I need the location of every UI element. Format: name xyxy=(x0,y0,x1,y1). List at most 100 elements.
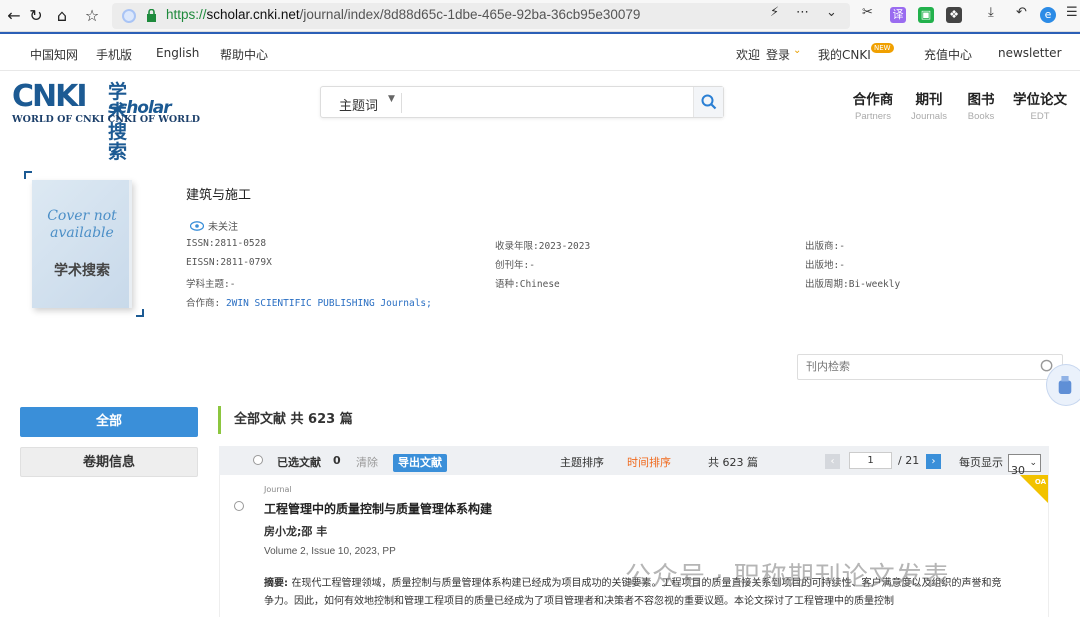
selected-label: 已选文献 xyxy=(277,456,321,469)
inner-search xyxy=(797,354,1063,380)
cover-corner xyxy=(24,171,32,179)
article-select-radio[interactable] xyxy=(234,501,244,511)
page-input[interactable]: 1 xyxy=(849,452,892,469)
journal-subject: 学科主题:- xyxy=(186,279,236,290)
logo-main: CNKI xyxy=(12,79,88,114)
caret-down-icon[interactable]: ▼ xyxy=(388,94,395,104)
download-icon[interactable]: ⤓ xyxy=(988,5,994,20)
nav-edt[interactable]: 学位论文 EDT xyxy=(1010,88,1070,122)
page-total: / 21 xyxy=(898,454,920,467)
list-item: Journal 工程管理中的质量控制与质量管理体系构建 房小龙;邵 丰 Volu… xyxy=(219,475,1049,617)
selected-count: 0 xyxy=(333,454,341,467)
sidebar-all-button[interactable]: 全部 xyxy=(20,407,198,437)
bookmark-star-icon[interactable]: ☆ xyxy=(82,6,102,26)
follow-button[interactable]: 未关注 xyxy=(189,218,238,233)
journal-issn: ISSN:2811-0528 xyxy=(186,238,267,249)
sidebar-issues-button[interactable]: 卷期信息 xyxy=(20,447,198,477)
browser-logo-icon[interactable]: e xyxy=(1040,7,1056,23)
per-page-select[interactable]: 30 ⌄ xyxy=(1008,454,1041,477)
nav-edt-sub: EDT xyxy=(1030,111,1050,122)
nav-journals[interactable]: 期刊 Journals xyxy=(906,88,952,122)
eye-icon xyxy=(189,221,205,231)
per-page-label: 每页显示 xyxy=(959,456,1003,469)
sort-topic[interactable]: 主题排序 xyxy=(560,454,604,470)
url-text: https://scholar.cnki.net/journal/index/8… xyxy=(166,7,641,22)
journal-founded: 创刊年:- xyxy=(495,260,535,271)
logo-tagline: WORLD OF CNKI CNKI OF WORLD xyxy=(12,114,200,125)
cover-image: Cover not available 学术搜索 xyxy=(32,180,132,308)
more-icon[interactable]: ⋯ xyxy=(796,5,809,20)
address-bar[interactable]: https://scholar.cnki.net/journal/index/8… xyxy=(112,3,850,29)
search-input[interactable] xyxy=(405,90,693,114)
scissors-icon[interactable]: ✂ xyxy=(862,5,873,20)
nav-edt-label: 学位论文 xyxy=(1013,92,1067,108)
journal-partner: 合作商: 2WIN SCIENTIFIC PUBLISHING Journals… xyxy=(186,298,432,309)
floating-assistant-button[interactable] xyxy=(1046,364,1080,406)
shield-icon xyxy=(122,9,136,23)
lock-icon xyxy=(147,9,156,22)
journal-place: 出版地:- xyxy=(805,260,845,271)
article-title[interactable]: 工程管理中的质量控制与质量管理体系构建 xyxy=(264,500,492,517)
next-page-button[interactable]: › xyxy=(926,454,941,469)
search-divider xyxy=(401,93,402,113)
search-type-select[interactable]: 主题词 xyxy=(339,95,378,114)
partner-link[interactable]: 2WIN SCIENTIFIC PUBLISHING Journals; xyxy=(226,298,432,309)
browser-toolbar: ← ↻ ⌂ ☆ https://scholar.cnki.net/journal… xyxy=(0,0,1080,32)
welcome-text: 欢迎 xyxy=(736,48,761,62)
journal-language: 语种:Chinese xyxy=(495,279,560,290)
nav-journals-label: 期刊 xyxy=(915,92,943,108)
undo-icon[interactable]: ↶ xyxy=(1016,5,1027,20)
link-recharge[interactable]: 充值中心 xyxy=(924,46,972,63)
new-badge: NEW xyxy=(871,43,894,53)
usb-drive-icon xyxy=(1058,376,1072,394)
journal-publisher: 出版商:- xyxy=(805,241,845,252)
link-english[interactable]: English xyxy=(156,46,199,60)
select-all-radio[interactable] xyxy=(253,455,263,465)
puzzle-icon[interactable]: ❖ xyxy=(946,7,962,23)
cover-placeholder-text: Cover not available xyxy=(47,208,117,241)
link-newsletter[interactable]: newsletter xyxy=(998,46,1062,60)
nav-journals-sub: Journals xyxy=(911,111,947,122)
inner-search-input[interactable] xyxy=(806,359,1026,375)
link-my-cnki[interactable]: 我的CNKI xyxy=(818,46,871,63)
article-type: Journal xyxy=(264,485,292,494)
journal-cover: Cover not available 学术搜索 xyxy=(24,171,144,317)
results-toolbar: 已选文献 0 清除 导出文献 主题排序 时间排序 共 623 篇 ‹ 1 / 2… xyxy=(219,446,1049,477)
watermark: 公众号 · 职称期刊论文发表 xyxy=(625,562,950,592)
journal-cycle: 出版周期:Bi-weekly xyxy=(805,279,901,290)
site-header: CNKI 学术搜索 scholar WORLD OF CNKI CNKI OF … xyxy=(0,72,1080,163)
nav-books[interactable]: 图书 Books xyxy=(958,88,1004,122)
search-button[interactable] xyxy=(693,87,723,117)
login-link[interactable]: 登录 xyxy=(766,46,790,63)
chevron-down-icon: ⌄ xyxy=(1029,458,1037,468)
article-volume: Volume 2, Issue 10, 2023, PP xyxy=(264,546,396,557)
sort-time[interactable]: 时间排序 xyxy=(627,454,671,470)
prev-page-button[interactable]: ‹ xyxy=(825,454,840,469)
reload-icon[interactable]: ↻ xyxy=(26,6,46,26)
site-topbar: 中国知网 手机版 English 帮助中心 欢迎 登录 ⌄ 我的CNKI 充值中… xyxy=(0,34,1080,71)
journal-years: 收录年限:2023-2023 xyxy=(495,241,591,252)
export-button[interactable]: 导出文献 xyxy=(393,454,447,472)
nav-partners-label: 合作商 xyxy=(852,92,894,108)
lightning-icon[interactable]: ⚡ xyxy=(770,5,779,20)
menu-icon[interactable]: ☰ xyxy=(1066,5,1078,20)
results-header: 全部文献 共 623 篇 xyxy=(218,406,1050,434)
main-search: 主题词 ▼ xyxy=(320,86,724,118)
nav-books-sub: Books xyxy=(967,111,995,122)
nav-partners[interactable]: 合作商 Partners xyxy=(850,88,896,122)
link-mobile[interactable]: 手机版 xyxy=(96,46,132,63)
home-icon[interactable]: ⌂ xyxy=(52,6,72,26)
link-help[interactable]: 帮助中心 xyxy=(220,46,268,63)
translate-extension-icon[interactable]: 译 xyxy=(890,7,906,23)
journal-title: 建筑与施工 xyxy=(186,188,252,203)
clear-link[interactable]: 清除 xyxy=(356,454,378,470)
cnki-logo[interactable]: CNKI 学术搜索 scholar WORLD OF CNKI CNKI OF … xyxy=(12,79,200,163)
article-authors[interactable]: 房小龙;邵 丰 xyxy=(264,523,327,539)
back-icon[interactable]: ← xyxy=(4,6,24,26)
search-icon xyxy=(701,94,717,110)
journal-eissn: EISSN:2811-079X xyxy=(186,257,272,268)
green-extension-icon[interactable]: ▣ xyxy=(918,7,934,23)
chevron-down-icon[interactable]: ⌄ xyxy=(826,5,837,20)
link-cnki-china[interactable]: 中国知网 xyxy=(30,46,78,63)
chevron-down-icon[interactable]: ⌄ xyxy=(793,45,801,56)
